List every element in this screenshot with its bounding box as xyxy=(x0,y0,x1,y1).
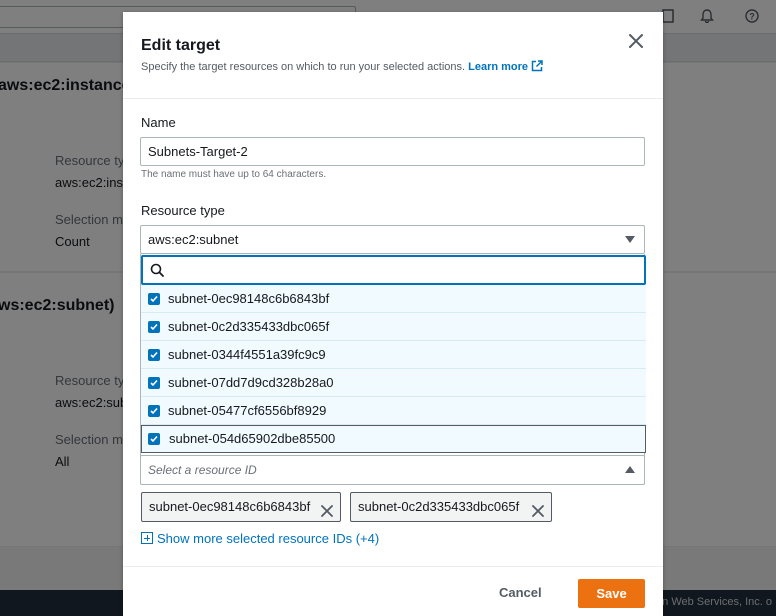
resource-id-dropdown: subnet-0ec98148c6b6843bf subnet-0c2d3354… xyxy=(140,254,646,459)
option-label: subnet-0ec98148c6b6843bf xyxy=(168,291,330,306)
option-label: subnet-0344f4551a39fc9c9 xyxy=(168,347,326,362)
dropdown-list: subnet-0ec98148c6b6843bf subnet-0c2d3354… xyxy=(141,285,646,453)
modal-description: Specify the target resources on which to… xyxy=(141,60,543,75)
modal-title: Edit target xyxy=(141,37,221,54)
token-label: subnet-0c2d335433dbc065f xyxy=(358,499,520,514)
modal-header: Edit target Specify the target resources… xyxy=(123,12,663,99)
dropdown-search-input[interactable] xyxy=(141,255,646,285)
selected-token: subnet-0ec98148c6b6843bf xyxy=(141,492,341,522)
dropdown-option[interactable]: subnet-05477cf6556bf8929 xyxy=(141,397,646,425)
dropdown-option[interactable]: subnet-07dd7d9cd328b28a0 xyxy=(141,369,646,397)
option-label: subnet-0c2d335433dbc065f xyxy=(168,319,330,334)
checked-checkbox-icon[interactable] xyxy=(148,377,160,389)
dropdown-option[interactable]: subnet-0c2d335433dbc065f xyxy=(141,313,646,341)
search-icon xyxy=(150,263,164,282)
checked-checkbox-icon[interactable] xyxy=(148,405,160,417)
option-label: subnet-05477cf6556bf8929 xyxy=(168,403,327,418)
token-label: subnet-0ec98148c6b6843bf xyxy=(149,499,311,514)
show-more-label: Show more selected resource IDs (+4) xyxy=(157,531,380,546)
caret-up-icon xyxy=(625,466,635,473)
save-button[interactable]: Save xyxy=(578,579,645,608)
option-label: subnet-07dd7d9cd328b28a0 xyxy=(168,375,334,390)
dropdown-option[interactable]: subnet-0ec98148c6b6843bf xyxy=(141,285,646,313)
learn-more-link[interactable]: Learn more xyxy=(468,60,543,75)
name-hint: The name must have up to 64 characters. xyxy=(141,169,327,180)
option-label: subnet-054d65902dbe85500 xyxy=(169,431,336,446)
external-link-icon xyxy=(531,60,543,75)
plus-square-icon xyxy=(141,532,153,544)
edit-target-modal: Edit target Specify the target resources… xyxy=(123,12,663,616)
name-label: Name xyxy=(141,115,176,130)
selected-token: subnet-0c2d335433dbc065f xyxy=(350,492,552,522)
name-input[interactable]: Subnets-Target-2 xyxy=(140,137,645,166)
remove-token-icon[interactable] xyxy=(531,500,545,517)
modal-description-text: Specify the target resources on which to… xyxy=(141,61,466,73)
dropdown-option-focused[interactable]: subnet-054d65902dbe85500 xyxy=(141,425,646,453)
dropdown-option[interactable]: subnet-0344f4551a39fc9c9 xyxy=(141,341,646,369)
resource-id-multiselect[interactable]: Select a resource ID xyxy=(140,455,645,485)
learn-more-label: Learn more xyxy=(468,61,529,73)
remove-token-icon[interactable] xyxy=(320,500,334,517)
resource-type-select[interactable]: aws:ec2:subnet xyxy=(140,225,645,254)
close-icon[interactable] xyxy=(626,31,646,51)
checked-checkbox-icon[interactable] xyxy=(148,349,160,361)
resource-type-label: Resource type xyxy=(141,203,225,218)
checked-checkbox-icon[interactable] xyxy=(148,293,160,305)
caret-down-icon xyxy=(625,236,635,243)
checked-checkbox-icon[interactable] xyxy=(148,321,160,333)
modal-footer: Cancel Save xyxy=(123,566,663,616)
checked-checkbox-icon[interactable] xyxy=(148,433,160,445)
show-more-link[interactable]: Show more selected resource IDs (+4) xyxy=(141,531,379,546)
resource-id-placeholder: Select a resource ID xyxy=(148,463,257,477)
resource-type-value: aws:ec2:subnet xyxy=(148,232,239,247)
cancel-button[interactable]: Cancel xyxy=(499,585,542,600)
